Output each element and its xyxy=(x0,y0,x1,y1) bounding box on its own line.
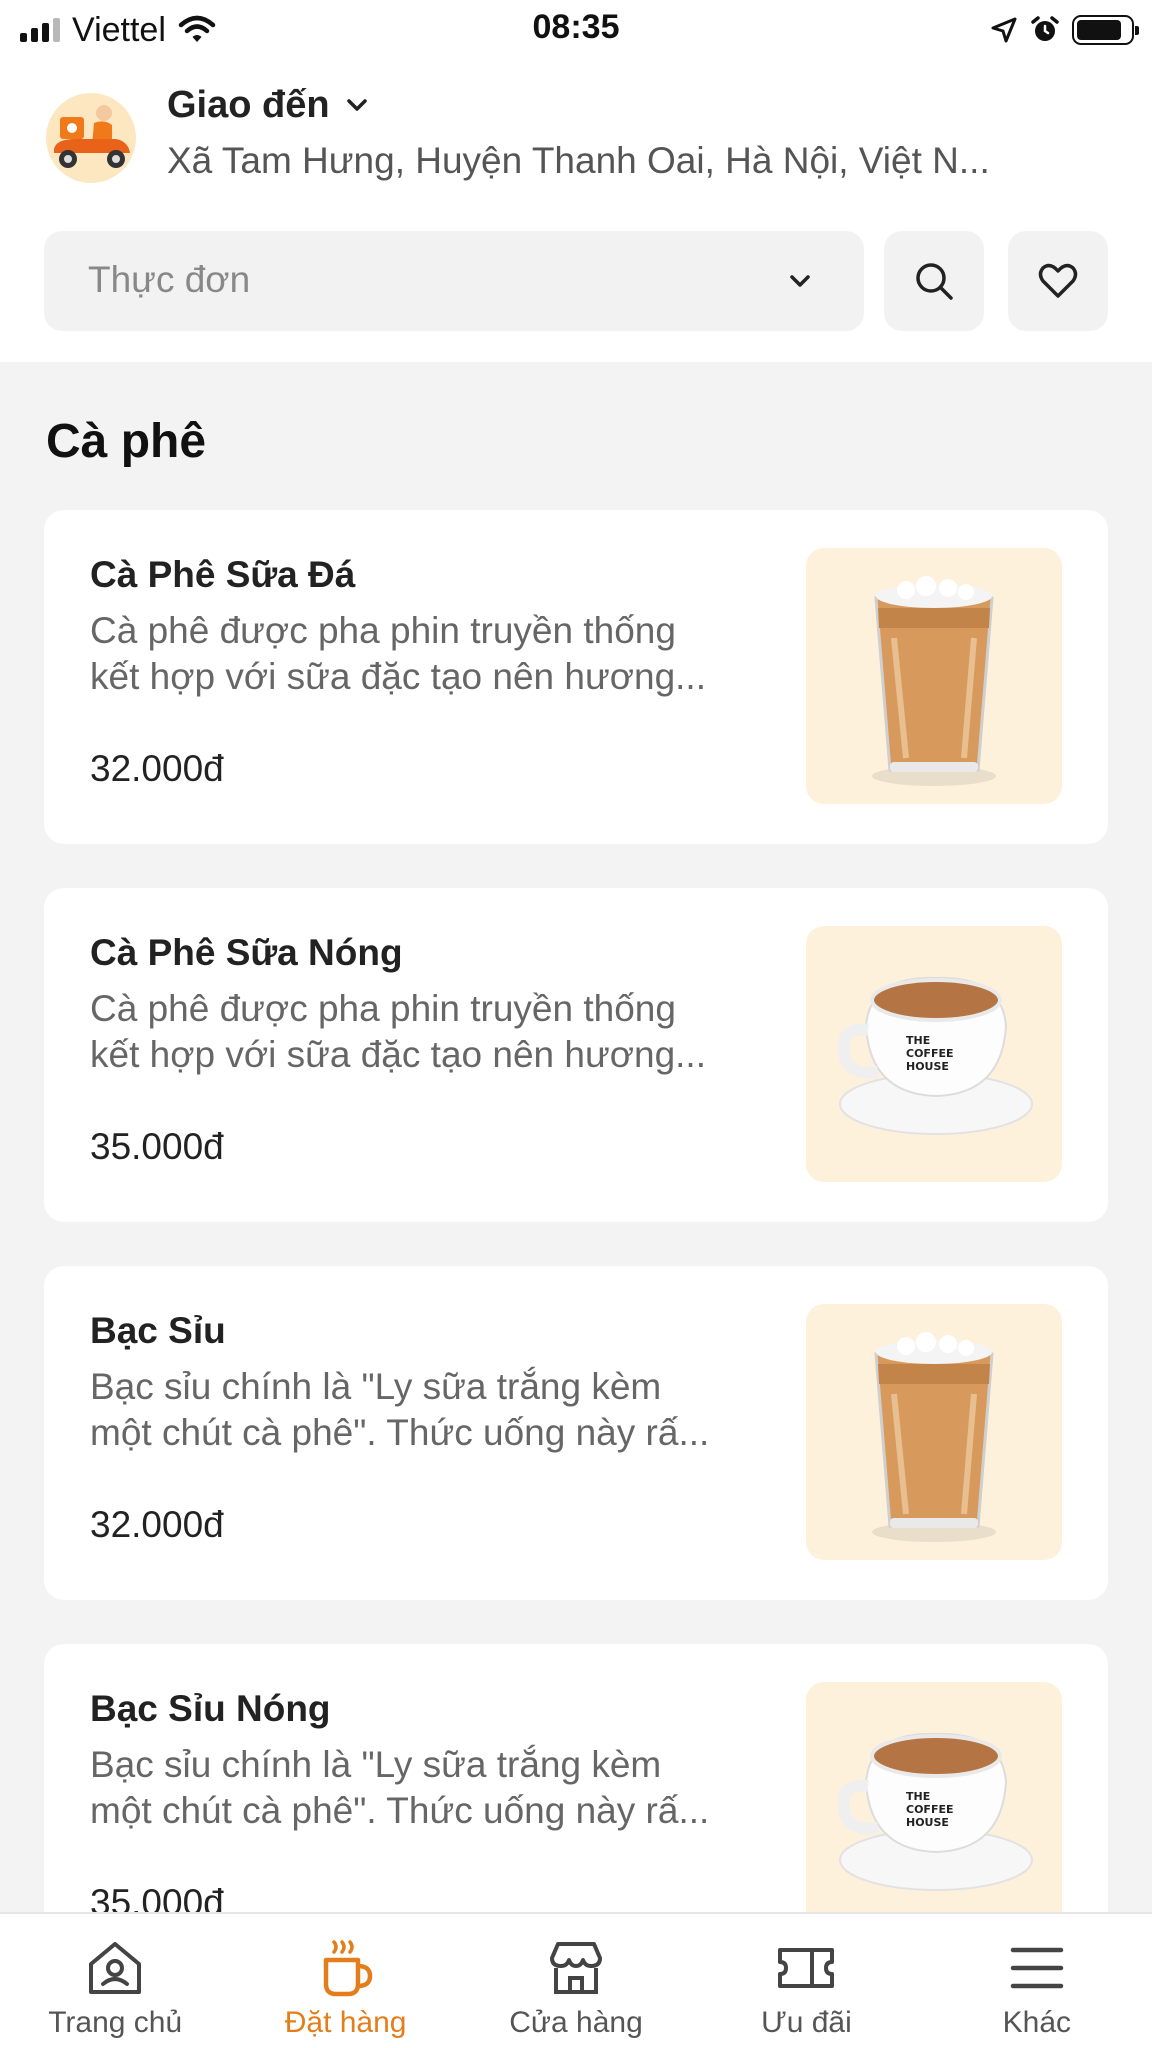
nav-label: Cửa hàng xyxy=(509,2006,643,2039)
home-icon xyxy=(89,1942,142,1994)
bottom-nav: Trang chủ Đặt hàng Cửa hàng Ưu đãi Khác xyxy=(0,1912,1152,2048)
product-name: Cà Phê Sữa Nóng xyxy=(90,932,403,973)
nav-item-home[interactable]: Trang chủ xyxy=(0,1914,230,2048)
product-card[interactable]: Bạc Sỉu Bạc sỉu chính là "Ly sữa trắng k… xyxy=(44,1266,1108,1600)
nav-label: Đặt hàng xyxy=(284,2006,407,2039)
ticket-icon xyxy=(778,1948,835,1988)
location-arrow-icon xyxy=(991,17,1017,43)
product-description: Bạc sỉu chính là "Ly sữa trắng kèm một c… xyxy=(90,1366,710,1453)
product-card[interactable]: Cà Phê Sữa Đá Cà phê được pha phin truyề… xyxy=(44,510,1108,844)
product-description: Cà phê được pha phin truyền thống kết hợ… xyxy=(90,610,706,697)
product-card[interactable]: Bạc Sỉu Nóng Bạc sỉu chính là "Ly sữa tr… xyxy=(44,1644,1108,1912)
battery-icon xyxy=(1072,15,1139,45)
product-image-hot-coffee: THE COFFEE HOUSE xyxy=(806,926,1062,1182)
alarm-icon xyxy=(1031,16,1059,41)
svg-text:THE: THE xyxy=(906,1034,930,1047)
nav-item-promotions[interactable]: Ưu đãi xyxy=(691,1914,921,2048)
menu-icon xyxy=(1010,1947,1064,1989)
nav-item-more[interactable]: Khác xyxy=(922,1914,1152,2048)
product-name: Bạc Sỉu Nóng xyxy=(90,1688,331,1729)
coffee-cup-icon xyxy=(323,1940,372,1997)
status-bar: Viettel 08:35 xyxy=(0,0,1152,60)
nav-item-stores[interactable]: Cửa hàng xyxy=(461,1914,691,2048)
svg-text:COFFEE: COFFEE xyxy=(906,1047,953,1060)
product-list[interactable]: Cà phê Cà Phê Sữa Đá Cà phê được pha phi… xyxy=(0,362,1152,1912)
nav-label: Trang chủ xyxy=(48,2006,183,2039)
product-image-iced-coffee xyxy=(806,1304,1062,1560)
nav-item-order[interactable]: Đặt hàng xyxy=(230,1914,460,2048)
header: Giao đến Xã Tam Hưng, Huyện Thanh Oai, H… xyxy=(0,60,1152,362)
product-price: 35.000đ xyxy=(90,1882,224,1912)
deliver-to-selector[interactable]: Giao đến xyxy=(167,80,370,130)
svg-text:HOUSE: HOUSE xyxy=(906,1060,949,1073)
store-icon xyxy=(550,1942,603,1994)
menu-category-dropdown[interactable]: Thực đơn xyxy=(44,231,864,331)
menu-category-placeholder: Thực đơn xyxy=(88,259,251,300)
status-bar-right xyxy=(990,12,1139,48)
chevron-down-icon xyxy=(790,275,810,287)
svg-text:HOUSE: HOUSE xyxy=(906,1816,949,1829)
product-price: 32.000đ xyxy=(90,748,224,789)
delivery-scooter-avatar xyxy=(46,93,136,183)
heart-icon xyxy=(1038,263,1078,298)
product-price: 35.000đ xyxy=(90,1126,224,1167)
status-time: 08:35 xyxy=(532,8,620,46)
svg-text:THE: THE xyxy=(906,1790,930,1803)
delivery-address[interactable]: Xã Tam Hưng, Huyện Thanh Oai, Hà Nội, Vi… xyxy=(167,140,1067,182)
nav-label: Khác xyxy=(1002,2006,1072,2039)
product-price: 32.000đ xyxy=(90,1504,224,1545)
product-name: Bạc Sỉu xyxy=(90,1310,226,1351)
chevron-down-icon xyxy=(346,99,367,111)
product-image-iced-coffee xyxy=(806,548,1062,804)
product-name: Cà Phê Sữa Đá xyxy=(90,554,356,595)
svg-text:COFFEE: COFFEE xyxy=(906,1803,953,1816)
search-button[interactable] xyxy=(884,231,984,331)
product-card[interactable]: Cà Phê Sữa Nóng Cà phê được pha phin tru… xyxy=(44,888,1108,1222)
nav-label: Ưu đãi xyxy=(761,2006,852,2039)
deliver-to-label: Giao đến xyxy=(167,83,330,126)
product-description: Cà phê được pha phin truyền thống kết hợ… xyxy=(90,988,706,1075)
favorites-button[interactable] xyxy=(1008,231,1108,331)
product-image-hot-coffee: THE COFFEE HOUSE xyxy=(806,1682,1062,1912)
section-title: Cà phê xyxy=(46,415,207,468)
search-icon xyxy=(916,263,953,300)
product-description: Bạc sỉu chính là "Ly sữa trắng kèm một c… xyxy=(90,1744,710,1831)
